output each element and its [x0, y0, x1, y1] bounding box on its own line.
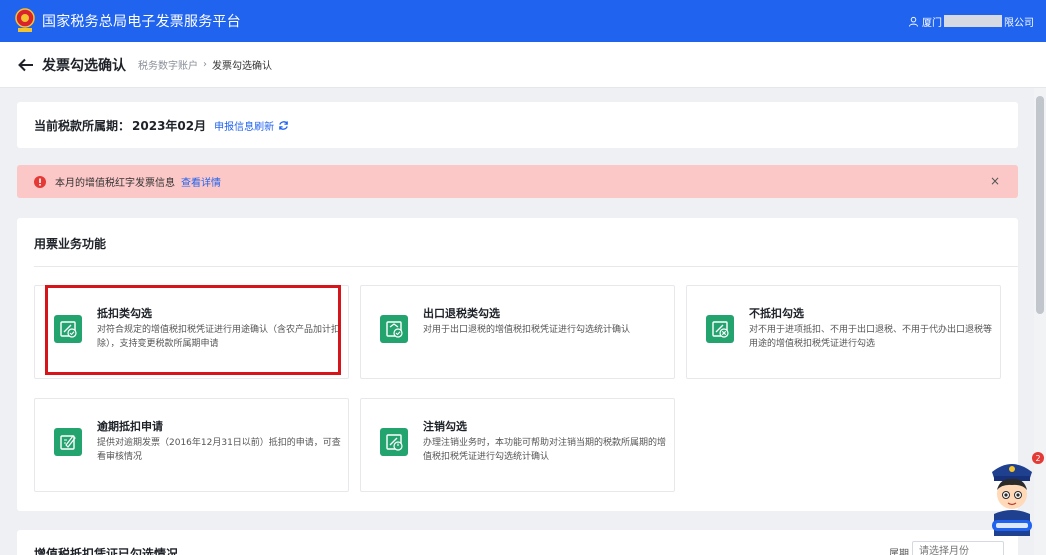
notification-badge: 2 [1032, 452, 1044, 464]
tax-period-value: 2023年02月 [132, 118, 207, 133]
back-arrow-icon[interactable] [18, 58, 34, 72]
app-title: 国家税务总局电子发票服务平台 [42, 14, 241, 30]
tile-cancellation-selection[interactable]: 注销勾选 办理注销业务时，本功能可帮助对注销当期的税款所属期的增值税扣税凭证进行… [360, 398, 675, 492]
breadcrumb-item-current: 发票勾选确认 [212, 61, 272, 72]
tile-name: 出口退税类勾选 [423, 307, 500, 320]
tile-overdue-deduction-application[interactable]: 逾期抵扣申请 提供对逾期发票（2016年12月31日以前）抵扣的申请，可查看审核… [34, 398, 349, 492]
tile-non-deduction-selection[interactable]: 不抵扣勾选 对不用于进项抵扣、不用于出口退税、不用于代办出口退税等用途的增值税扣… [686, 285, 1001, 379]
export-rebate-icon [380, 315, 408, 343]
tile-description: 对不用于进项抵扣、不用于出口退税、不用于代办出口退税等用途的增值税扣税凭证进行勾… [749, 325, 993, 349]
tile-export-rebate-selection[interactable]: 出口退税类勾选 对用于出口退税的增值税扣税凭证进行勾选统计确认 [360, 285, 675, 379]
alert-text: 本月的增值税红字发票信息 [55, 178, 175, 189]
period-month-input[interactable] [912, 541, 1004, 555]
red-invoice-alert: 本月的增值税红字发票信息 查看详情 × [17, 165, 1018, 198]
section-divider [34, 266, 1018, 267]
breadcrumb-separator: › [203, 59, 207, 70]
user-name-suffix: 限公司 [1004, 17, 1034, 29]
close-icon[interactable]: × [990, 174, 1000, 188]
breadcrumb-item-account[interactable]: 税务数字账户 [138, 57, 198, 72]
user-menu[interactable]: 厦门 限公司 [908, 0, 1034, 42]
error-icon [34, 175, 46, 188]
tile-description: 对用于出口退税的增值税扣税凭证进行勾选统计确认 [423, 325, 631, 335]
redacted-name [944, 15, 1002, 27]
tile-name: 不抵扣勾选 [749, 307, 804, 320]
cancellation-power-icon [380, 428, 408, 456]
view-details-link[interactable]: 查看详情 [181, 174, 221, 189]
page-title: 发票勾选确认 [42, 57, 126, 74]
tax-period-card: 当前税款所属期： 2023年02月 申报信息刷新 [17, 102, 1018, 148]
tile-description: 办理注销业务时，本功能可帮助对注销当期的税款所属期的增值税扣税凭证进行勾选统计确… [423, 438, 667, 462]
section-title: 用票业务功能 [34, 237, 107, 251]
top-bar: 国家税务总局电子发票服务平台 厦门 限公司 [0, 0, 1046, 42]
user-name-prefix: 厦门 [922, 17, 942, 29]
non-deduction-icon [706, 315, 734, 343]
highlight-annotation [45, 285, 341, 375]
tile-name: 注销勾选 [423, 420, 467, 433]
period-select-label: 属期 [889, 549, 909, 555]
edit-document-icon [54, 428, 82, 456]
refresh-declaration-link[interactable]: 申报信息刷新 [214, 118, 274, 133]
refresh-icon[interactable] [278, 120, 289, 131]
user-icon [908, 16, 919, 27]
summary-title: 增值税抵扣凭证已勾选情况 [34, 547, 179, 555]
tile-name: 逾期抵扣申请 [97, 420, 163, 433]
scrollbar-thumb[interactable] [1036, 96, 1044, 314]
selected-summary-card: 增值税抵扣凭证已勾选情况 属期 [17, 530, 1018, 555]
tax-emblem-icon [15, 8, 35, 32]
tax-period-label: 当前税款所属期： [34, 118, 131, 133]
assistant-mascot-icon[interactable] [986, 454, 1038, 536]
tile-description: 提供对逾期发票（2016年12月31日以前）抵扣的申请，可查看审核情况 [97, 438, 341, 462]
page-header: 发票勾选确认 税务数字账户 › 发票勾选确认 [0, 42, 1046, 88]
